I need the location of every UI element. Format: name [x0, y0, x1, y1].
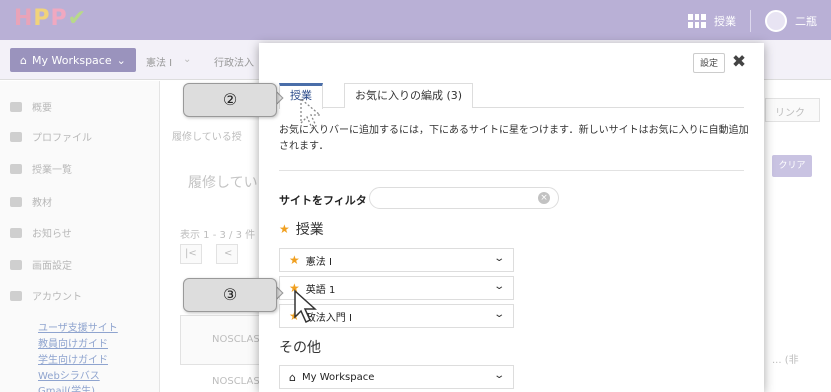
section-lessons-title: ★ 授業	[279, 219, 324, 239]
site-filter-input[interactable]	[369, 187, 559, 209]
site-name: My Workspace	[301, 371, 375, 383]
megaphone-icon	[10, 227, 22, 238]
divider	[750, 10, 751, 32]
user-name[interactable]: 二瓶	[795, 13, 817, 29]
link-gmail[interactable]: Gmail(学生)	[38, 382, 95, 392]
avatar[interactable]	[765, 10, 787, 32]
folder-icon	[10, 196, 22, 207]
site-name: 憲法 I	[305, 256, 332, 268]
callout-step-2: ②	[183, 83, 277, 117]
site-tab-kenpo[interactable]: 憲法 I	[146, 54, 172, 69]
link-teacher-guide[interactable]: 教員向けガイド	[38, 335, 108, 350]
breadcrumb: 履修している授	[172, 132, 242, 143]
link-user-support[interactable]: ユーザ支援サイト	[38, 319, 118, 334]
table-cell-site: NOSCLAS	[212, 376, 260, 387]
cursor-pointer-icon	[294, 289, 317, 324]
site-row-workspace[interactable]: ⌂ My Workspace ⌄	[279, 365, 514, 389]
chevron-down-icon[interactable]: ⌄	[493, 309, 505, 320]
sidebar-item-announcements[interactable]: お知らせ	[10, 225, 72, 240]
logo-letter-h: H	[14, 6, 34, 31]
cursor-pointer-icon	[300, 97, 322, 129]
star-icon: ★	[279, 222, 290, 236]
link-button-label: リンク	[775, 108, 805, 119]
sidebar-item-account[interactable]: アカウント	[10, 288, 82, 303]
page-heading: 履修してい	[188, 175, 258, 191]
sidebar-item-lessons[interactable]: 授業一覧	[10, 161, 72, 176]
chevron-down-icon[interactable]: ⌄	[493, 370, 505, 381]
sidebar-item-label: 画面設定	[32, 261, 72, 272]
callout-step-3: ③	[183, 278, 277, 312]
logo-letter-p2: P	[50, 6, 68, 31]
section-lessons-label: 授業	[295, 222, 324, 238]
user-icon	[10, 290, 22, 301]
sidebar-item-overview[interactable]: 概要	[10, 99, 52, 114]
list-icon	[10, 101, 22, 112]
section-other-label: その他	[279, 340, 321, 356]
top-bar: HPP✔ 授業 二瓶	[0, 0, 831, 40]
sidebar-item-label: アカウント	[32, 292, 82, 303]
logo-letter-p1: P	[33, 6, 51, 31]
result-count: 表示 1 - 3 / 3 件	[180, 230, 256, 241]
group-icon	[10, 163, 22, 174]
lessons-menu-label[interactable]: 授業	[714, 13, 736, 29]
pager-prev-label: <	[224, 248, 233, 259]
link-student-guide[interactable]: 学生向けガイド	[38, 351, 108, 366]
sidebar-item-materials[interactable]: 教材	[10, 194, 52, 209]
sidebar-item-label: 概要	[32, 103, 52, 114]
sidebar-item-label: 授業一覧	[32, 165, 72, 176]
apps-grid-icon[interactable]	[688, 14, 706, 28]
gear-icon	[10, 259, 22, 270]
filter-label: サイトをフィルタ	[279, 194, 367, 207]
logo-mark: ✔	[67, 6, 88, 31]
link-web-syllabus[interactable]: Webシラバス	[38, 367, 100, 382]
logo[interactable]: HPP✔	[14, 6, 87, 31]
home-icon: ⌂	[20, 53, 27, 67]
sidebar-item-label: プロファイル	[32, 133, 92, 144]
top-right-controls: 授業 二瓶	[688, 10, 817, 32]
favorites-dialog: 設定 ✖ 授業 お気に入りの編成 (3) お気に入りバーに追加するには，下にある…	[259, 43, 764, 392]
chevron-down-icon[interactable]: ⌄	[183, 54, 191, 65]
settings-button[interactable]: 設定	[693, 53, 726, 73]
table-cell-site: NOSCLAS	[212, 334, 260, 345]
close-icon[interactable]: ✖	[729, 51, 749, 73]
workspace-button[interactable]: ⌂ My Workspace ⌄	[10, 48, 136, 72]
pager-first-label: |<	[185, 248, 197, 259]
chevron-down-icon: ⌄	[116, 53, 126, 67]
sidebar-item-label: お知らせ	[32, 229, 72, 240]
site-row-kenpo[interactable]: ★ 憲法 I ⌄	[279, 248, 514, 272]
sidebar-item-profile[interactable]: プロファイル	[10, 129, 92, 144]
sidebar-item-label: 教材	[32, 198, 52, 209]
site-tab-gyosei[interactable]: 行政法入	[214, 54, 254, 69]
sidebar-item-display-settings[interactable]: 画面設定	[10, 257, 72, 272]
star-icon[interactable]: ★	[289, 253, 300, 267]
section-other-title: その他	[279, 337, 321, 357]
dialog-tabs: 授業 お気に入りの編成 (3)	[279, 83, 744, 109]
table-cell-status: ... (非	[772, 355, 799, 366]
sidebar: 概要 プロファイル 授業一覧 教材 お知らせ 画面設定 アカウント ユーザ支援サ…	[0, 81, 160, 392]
user-icon	[10, 131, 22, 142]
workspace-label: My Workspace	[31, 53, 112, 67]
tab-favorites-order[interactable]: お気に入りの編成 (3)	[344, 83, 474, 108]
home-icon: ⌂	[289, 370, 296, 384]
clear-button[interactable]: クリア	[772, 155, 812, 177]
chevron-down-icon[interactable]: ⌄	[493, 281, 505, 292]
clear-filter-icon[interactable]: ×	[538, 192, 550, 204]
chevron-down-icon[interactable]: ⌄	[493, 253, 505, 264]
instructions-text: お気に入りバーに追加するには，下にあるサイトに星をつけます．新しいサイトはお気に…	[279, 125, 749, 152]
divider	[279, 170, 744, 171]
